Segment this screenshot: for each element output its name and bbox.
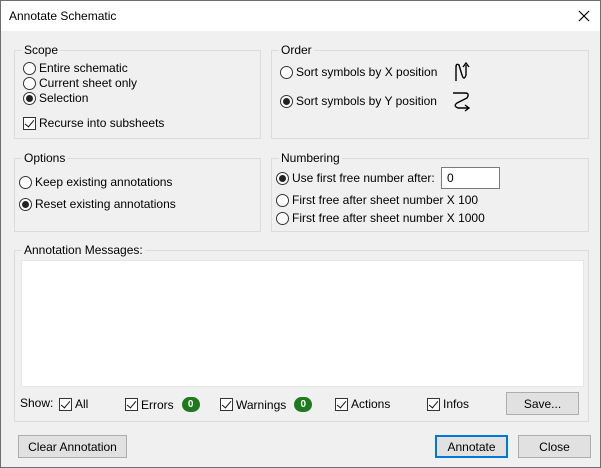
annotate-dialog: Annotate Schematic Scope Entire schemati… — [0, 0, 601, 468]
radio-indicator — [23, 76, 36, 90]
sort-by-y-label: Sort symbols by Y position — [296, 94, 437, 108]
reset-annotations-radio[interactable]: Reset existing annotations — [19, 197, 176, 211]
first-free-x1000-label: First free after sheet number X 1000 — [292, 211, 485, 225]
numbering-group-label: Numbering — [279, 151, 342, 165]
options-group: Options — [14, 151, 261, 232]
close-button[interactable]: Close — [518, 435, 591, 458]
keep-annotations-radio[interactable]: Keep existing annotations — [19, 175, 172, 189]
radio-indicator — [280, 65, 293, 79]
close-window-button[interactable] — [568, 1, 600, 31]
radio-indicator — [23, 91, 36, 105]
radio-indicator — [280, 94, 293, 108]
radio-indicator — [276, 211, 289, 225]
checkbox-indicator — [335, 397, 348, 411]
show-actions-checkbox[interactable]: Actions — [335, 397, 390, 411]
show-all-checkbox[interactable]: All — [59, 397, 88, 411]
use-first-free-radio[interactable]: Use first free number after: — [276, 171, 435, 185]
show-label: Show: — [20, 396, 54, 410]
first-free-x1000-radio[interactable]: First free after sheet number X 1000 — [276, 211, 485, 225]
first-free-x100-radio[interactable]: First free after sheet number X 100 — [276, 193, 478, 207]
annotation-messages-list[interactable] — [21, 260, 584, 387]
checkbox-indicator — [220, 398, 233, 411]
show-infos-checkbox[interactable]: Infos — [427, 397, 469, 411]
scope-entire-radio[interactable]: Entire schematic — [23, 61, 128, 75]
radio-indicator — [19, 175, 32, 189]
show-warnings-checkbox[interactable]: Warnings 0 — [220, 397, 313, 412]
annotation-messages-label: Annotation Messages: — [22, 243, 145, 257]
scope-selection-radio[interactable]: Selection — [23, 91, 88, 105]
recurse-subsheets-label: Recurse into subsheets — [39, 116, 165, 130]
close-icon — [578, 10, 590, 22]
show-errors-label: Errors — [141, 397, 174, 412]
show-infos-label: Infos — [443, 397, 470, 411]
checkbox-indicator — [427, 397, 440, 411]
radio-indicator — [276, 193, 289, 207]
use-first-free-label: Use first free number after: — [292, 171, 435, 185]
scope-entire-label: Entire schematic — [39, 61, 128, 75]
clear-annotation-button[interactable]: Clear Annotation — [18, 435, 127, 458]
show-all-label: All — [75, 397, 89, 411]
scope-selection-label: Selection — [39, 91, 89, 105]
radio-indicator — [276, 171, 289, 185]
show-actions-label: Actions — [351, 397, 391, 411]
checkbox-indicator — [125, 398, 138, 411]
recurse-subsheets-checkbox[interactable]: Recurse into subsheets — [23, 116, 164, 130]
annotate-button[interactable]: Annotate — [435, 435, 508, 458]
save-messages-button[interactable]: Save... — [506, 392, 579, 415]
scope-current-sheet-label: Current sheet only — [39, 76, 138, 90]
order-group-label: Order — [279, 43, 314, 57]
scope-current-sheet-radio[interactable]: Current sheet only — [23, 76, 137, 90]
options-group-label: Options — [22, 151, 68, 165]
checkbox-indicator — [59, 397, 72, 411]
errors-count-badge: 0 — [181, 397, 200, 412]
radio-indicator — [23, 61, 36, 75]
checkbox-indicator — [23, 116, 36, 130]
sort-by-y-radio[interactable]: Sort symbols by Y position — [280, 94, 437, 108]
warnings-count-badge: 0 — [294, 397, 313, 412]
show-errors-checkbox[interactable]: Errors 0 — [125, 397, 200, 412]
keep-annotations-label: Keep existing annotations — [35, 175, 173, 189]
reset-annotations-label: Reset existing annotations — [35, 197, 176, 211]
show-warnings-label: Warnings — [236, 397, 287, 412]
sort-by-x-label: Sort symbols by X position — [296, 65, 438, 79]
window-title: Annotate Schematic — [9, 9, 117, 23]
sort-x-icon — [455, 61, 470, 81]
radio-indicator — [19, 197, 32, 211]
sort-y-icon — [453, 92, 471, 112]
sort-by-x-radio[interactable]: Sort symbols by X position — [280, 65, 437, 79]
first-free-number-input[interactable]: 0 — [441, 167, 500, 189]
first-free-x100-label: First free after sheet number X 100 — [292, 193, 479, 207]
scope-group-label: Scope — [22, 43, 61, 57]
title-bar: Annotate Schematic — [1, 1, 600, 31]
